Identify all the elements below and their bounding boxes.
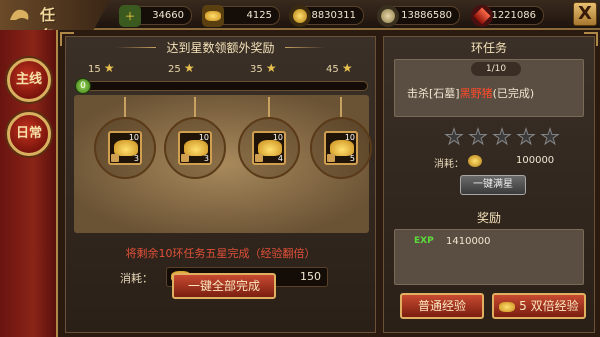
star-progress-bar: 0 (75, 78, 368, 94)
gold-ingot-icon (202, 5, 224, 27)
star-reward-title: 达到星数领额外奖励 (66, 39, 375, 57)
exp-icon: EXP (414, 236, 434, 246)
star-reward-panel: 达到星数领额外奖励 15 ★ 25 ★ 35 ★ 45 ★ 0 10 3 10 … (65, 36, 376, 333)
ring-cost-label: 消耗： (434, 159, 464, 170)
resource-value: 13886580 (401, 10, 452, 21)
reward-chest-2[interactable]: 10 3 (164, 97, 226, 179)
milestone-15: 15 ★ (88, 61, 115, 75)
milestone-row: 15 ★ 25 ★ 35 ★ 45 ★ (66, 61, 375, 77)
reward-chest-3[interactable]: 10 4 (238, 97, 300, 179)
close-button[interactable]: X (573, 2, 597, 26)
lock-icon (255, 154, 263, 162)
resource-value: 34660 (152, 10, 184, 21)
lock-icon (327, 154, 335, 162)
progress-knob: 0 (75, 78, 91, 94)
resource-counter-1: ＋ 34660 (119, 5, 192, 27)
exp-value: 1410000 (446, 236, 491, 247)
resource-counter-4: 13886580 (377, 5, 460, 27)
double-exp-cost: 5 (519, 299, 527, 313)
double-exp-label: 双倍经验 (530, 299, 579, 313)
ring-quest-title: 环任务 (470, 41, 507, 55)
rating-star-icon (492, 127, 512, 146)
cost-value: 150 (300, 270, 321, 283)
rewards-title: 奖励 (476, 211, 501, 225)
full-star-button[interactable]: 一键满星 (460, 175, 526, 195)
reward-chest-4[interactable]: 10 5 (310, 97, 372, 179)
star-icon: ★ (183, 61, 195, 75)
resource-value: 4125 (246, 10, 272, 21)
resource-counter-5: 1221086 (471, 5, 544, 27)
reward-parchment: 10 3 10 3 10 4 10 5 (74, 95, 372, 233)
gold-plus-icon: ＋ (119, 5, 141, 27)
corner-ornament (584, 32, 598, 46)
tab-daily-quest[interactable]: 日常 (7, 112, 51, 156)
star-icon: ★ (265, 61, 277, 75)
ring-cost-value: 100000 (516, 155, 555, 166)
quest-info-box: 1/10 击杀[石墓]黑野猪(已完成) (394, 59, 584, 117)
lock-icon (111, 154, 119, 162)
resource-value: 1221086 (491, 10, 536, 21)
normal-exp-button[interactable]: 普通经验 (400, 293, 484, 319)
milestone-25: 25 ★ (168, 61, 195, 75)
coin-icon (289, 5, 311, 27)
rating-star-icon (540, 127, 560, 146)
lock-icon (181, 154, 189, 162)
star-icon: ★ (341, 61, 353, 75)
milestone-45: 45 ★ (326, 61, 353, 75)
resource-value: 8830311 (311, 10, 356, 21)
quest-counter: 1/10 (471, 62, 521, 76)
quest-description: 击杀[石墓]黑野猪(已完成) (407, 87, 535, 100)
resource-counter-2: 4125 (202, 5, 280, 27)
star-icon: ★ (103, 61, 115, 75)
cost-label: 消耗： (120, 272, 153, 285)
top-bar: 任 务 ＋ 34660 4125 8830311 13886580 122108… (0, 0, 600, 30)
coin-icon (468, 155, 482, 167)
dragon-icon (10, 9, 29, 20)
rating-star-icon (468, 127, 488, 146)
double-exp-button[interactable]: 5 双倍经验 (492, 293, 586, 319)
rating-star-icon (444, 127, 464, 146)
resource-counter-3: 8830311 (289, 5, 364, 27)
rating-star-icon (516, 127, 536, 146)
ring-quest-panel: 环任务 1/10 击杀[石墓]黑野猪(已完成) 消耗： 100000 一键满星 … (383, 36, 595, 333)
milestone-35: 35 ★ (250, 61, 277, 75)
gem-icon (471, 5, 493, 27)
double-exp-note: 将剩余10环任务五星完成（经验翻倍） (125, 247, 316, 260)
corner-ornament (60, 32, 74, 46)
gold-ingot-icon (499, 301, 516, 312)
quest-target: 黑野猪 (459, 87, 493, 100)
title-banner: 任 务 (0, 0, 110, 30)
complete-all-button[interactable]: 一键全部完成 (172, 273, 276, 299)
sidebar: 主线 日常 (0, 30, 58, 337)
tab-main-quest[interactable]: 主线 (7, 58, 51, 102)
silver-coin-icon (377, 5, 399, 27)
reward-chest-1[interactable]: 10 3 (94, 97, 156, 179)
